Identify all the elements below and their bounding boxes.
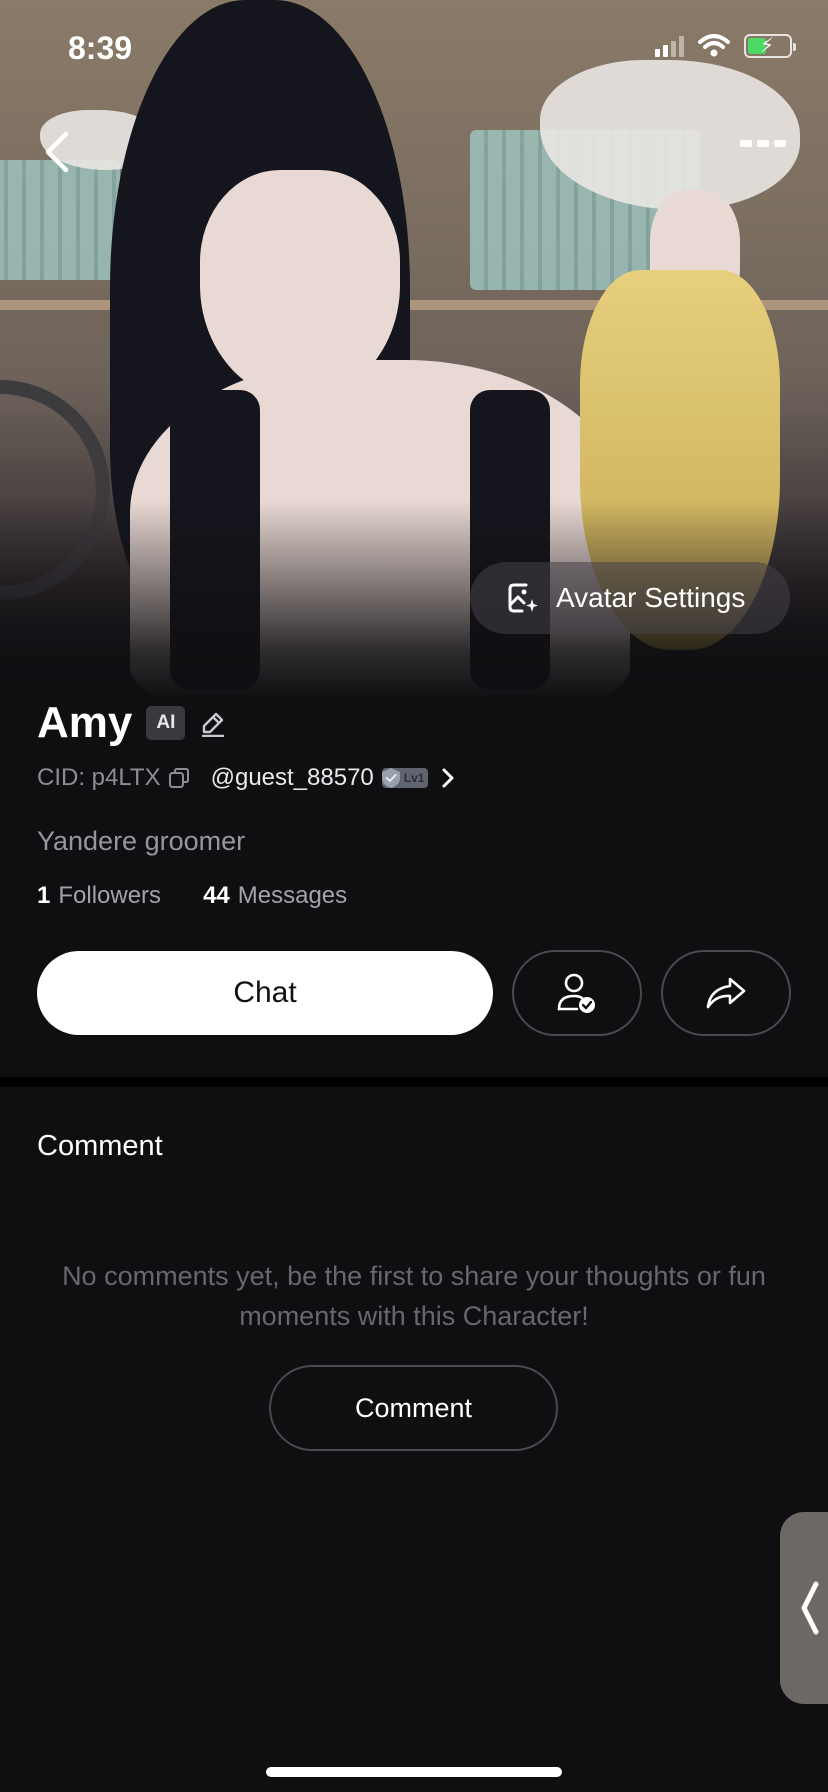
messages-count: 44 xyxy=(203,882,230,909)
creator-handle-link[interactable]: @guest_88570 xyxy=(211,764,374,792)
status-icons: ⚡ xyxy=(655,34,796,58)
level-text: Lv1 xyxy=(403,771,425,785)
avatar-settings-label: Avatar Settings xyxy=(556,582,746,613)
section-divider xyxy=(0,1077,828,1087)
share-button[interactable] xyxy=(661,950,791,1036)
level-badge: Lv1 xyxy=(381,768,429,788)
image-sparkle-icon xyxy=(508,583,538,613)
edit-icon[interactable] xyxy=(199,709,227,737)
status-time: 8:39 xyxy=(68,30,133,66)
ai-badge: AI xyxy=(146,706,186,740)
avatar-settings-button[interactable]: Avatar Settings xyxy=(470,562,790,634)
more-options-icon[interactable] xyxy=(740,140,786,147)
wifi-icon xyxy=(698,34,730,57)
empty-comments-text: No comments yet, be the first to share y… xyxy=(62,1261,766,1331)
comment-button[interactable]: Comment xyxy=(269,1365,558,1451)
basket xyxy=(0,160,120,280)
character-bio: Yandere groomer xyxy=(37,826,246,856)
name-row: Amy AI xyxy=(37,698,227,748)
followers-label: Followers xyxy=(58,882,162,909)
copy-icon[interactable] xyxy=(167,766,191,790)
cellular-signal-icon xyxy=(655,35,684,57)
chat-button[interactable]: Chat xyxy=(37,951,493,1035)
followers-count: 1 xyxy=(37,882,51,909)
home-indicator[interactable] xyxy=(266,1767,562,1777)
user-check-icon xyxy=(557,973,595,1013)
chevron-right-icon[interactable] xyxy=(440,767,456,789)
messages-stat: 44 Messages xyxy=(203,882,347,910)
stats-row: 1 Followers 44 Messages xyxy=(37,882,347,910)
character-name: Amy xyxy=(37,698,133,747)
id-row: CID: p4LTX @guest_88570 Lv1 xyxy=(37,764,456,792)
messages-label: Messages xyxy=(237,882,348,909)
follow-button[interactable] xyxy=(512,950,642,1036)
battery-icon: ⚡ xyxy=(744,34,796,58)
back-button[interactable] xyxy=(36,126,80,178)
cid-text: CID: p4LTX xyxy=(37,764,161,791)
shield-check-icon xyxy=(381,768,400,788)
side-drawer-tab[interactable] xyxy=(780,1512,828,1704)
followers-stat[interactable]: 1 Followers xyxy=(37,882,161,910)
chevron-left-icon xyxy=(801,1581,819,1635)
comment-section-title: Comment xyxy=(37,1130,163,1162)
share-arrow-icon xyxy=(706,977,746,1009)
